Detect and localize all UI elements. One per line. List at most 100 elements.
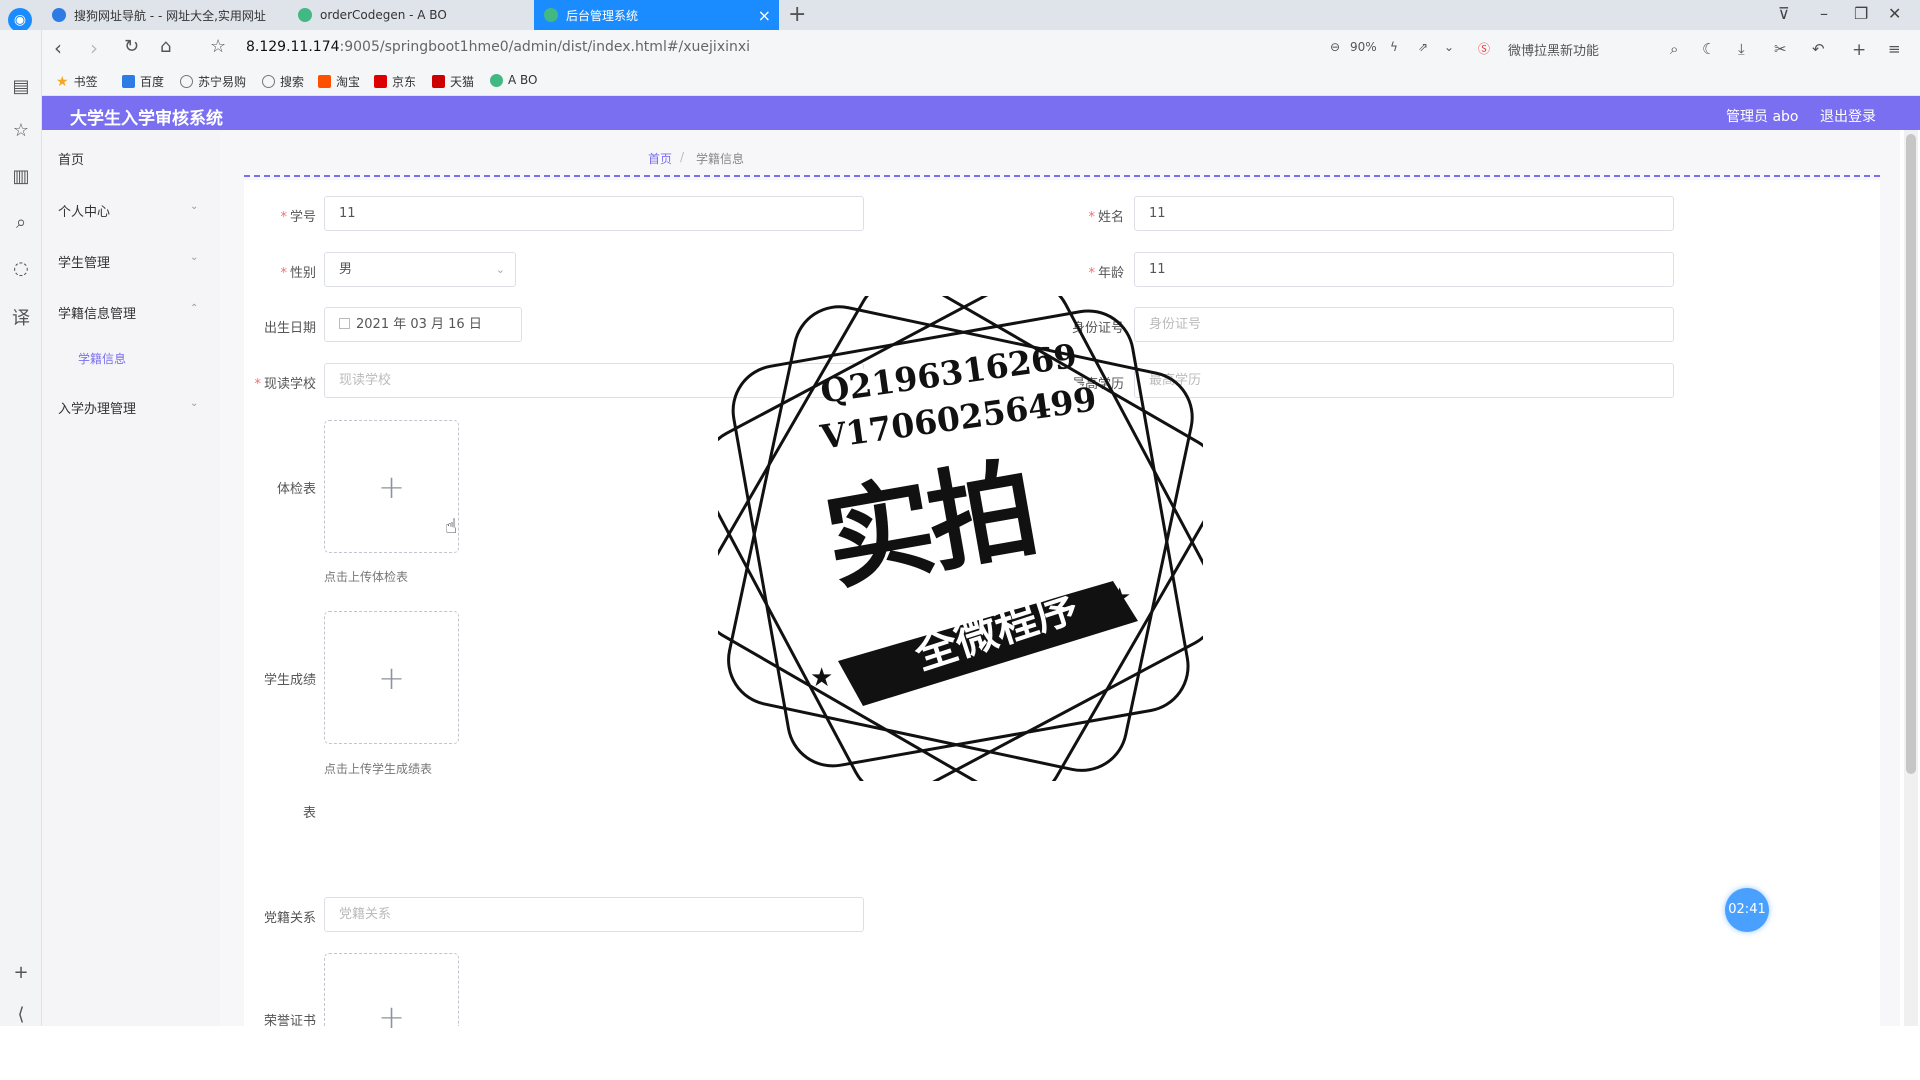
menu-item-enroll-mgmt[interactable]: 入学办理管理 xyxy=(58,398,136,417)
browser-logo-icon: ◉ xyxy=(8,8,32,32)
new-tab-button[interactable]: + xyxy=(788,2,806,27)
close-tab-icon[interactable]: × xyxy=(758,6,771,25)
hand-cursor-icon: ☝ xyxy=(445,514,458,538)
chevron-down-icon: ⌄ xyxy=(190,201,199,212)
bookmark-suning[interactable]: 苏宁易购 xyxy=(180,73,246,90)
reload-icon[interactable]: ↻ xyxy=(124,36,139,57)
bookmark-tmall[interactable]: 天猫 xyxy=(432,73,474,90)
physical-hint: 点击上传体检表 xyxy=(324,570,409,584)
party-label: 党籍关系 xyxy=(263,911,316,926)
menu-item-xueji-mgmt[interactable]: 学籍信息管理 xyxy=(58,303,136,322)
restore-button[interactable]: ❐ xyxy=(1854,4,1868,23)
physical-upload[interactable]: + xyxy=(324,420,459,553)
search-icon[interactable]: ⌕ xyxy=(1670,40,1678,58)
menu-item-home[interactable]: 首页 xyxy=(58,149,84,168)
menu-item-student-mgmt[interactable]: 学生管理 xyxy=(58,252,110,271)
student-no-label: * 学号 xyxy=(280,210,316,225)
bookmark-search[interactable]: 搜索 xyxy=(262,73,304,90)
timer-badge[interactable]: 02:41 xyxy=(1725,888,1769,932)
back-icon[interactable]: ‹ xyxy=(54,36,62,60)
undo-icon[interactable]: ↶ xyxy=(1812,40,1825,58)
pin-icon[interactable]: ⊽ xyxy=(1778,4,1790,23)
id-card-input[interactable]: 身份证号 xyxy=(1134,307,1674,342)
zoom-icon[interactable]: ⊖ xyxy=(1330,40,1340,54)
chat-icon[interactable]: ◌ xyxy=(10,258,32,280)
plus-icon: + xyxy=(378,468,405,506)
chevron-up-icon: ⌃ xyxy=(190,303,199,314)
address-bar[interactable]: 8.129.11.174:9005/springboot1hme0/admin/… xyxy=(246,39,750,55)
reader-icon[interactable]: ▤ xyxy=(10,76,32,98)
logout-link[interactable]: 退出登录 xyxy=(1820,106,1876,126)
gender-select[interactable]: 男 ⌄ xyxy=(324,252,516,287)
app-header xyxy=(42,96,1920,130)
collapse-icon[interactable]: ⟨ xyxy=(10,1004,32,1026)
favorites-star-icon[interactable]: ☆ xyxy=(10,120,32,142)
honor-label: 荣誉证书 xyxy=(263,1014,316,1029)
chevron-down-icon: ⌄ xyxy=(495,263,505,276)
jd-icon xyxy=(374,75,387,88)
bookmark-taobao[interactable]: 淘宝 xyxy=(318,73,360,90)
home-icon[interactable]: ⌂ xyxy=(160,36,171,57)
scissors-icon[interactable]: ✂ xyxy=(1774,40,1787,58)
search-hint[interactable]: 微博拉黑新功能 xyxy=(1508,40,1599,59)
breadcrumb-separator: / xyxy=(680,150,685,164)
minimize-button[interactable]: – xyxy=(1820,4,1828,23)
book-icon[interactable]: ▥ xyxy=(10,166,32,188)
svg-text:★: ★ xyxy=(810,663,833,693)
add-icon[interactable]: + xyxy=(10,962,32,984)
scores-upload[interactable]: + xyxy=(324,611,459,744)
chevron-down-icon: ⌄ xyxy=(190,398,199,409)
sogou-search-icon[interactable]: Ⓢ xyxy=(1478,40,1490,57)
name-input[interactable]: 11 xyxy=(1134,196,1674,231)
bookmark-star-icon[interactable]: ☆ xyxy=(210,36,226,57)
dropdown-chevron-icon[interactable]: ⌄ xyxy=(1444,40,1454,54)
night-mode-icon[interactable]: ☾ xyxy=(1702,40,1715,58)
physical-label: 体检表 xyxy=(276,482,316,497)
bookmark-abo[interactable]: A BO xyxy=(490,73,538,87)
translate-icon[interactable]: 译 xyxy=(10,304,32,329)
star-icon: ★ xyxy=(56,73,69,90)
search-icon[interactable]: ⌕ xyxy=(10,212,32,234)
breadcrumb-home[interactable]: 首页 xyxy=(648,150,672,167)
baidu-icon xyxy=(122,75,135,88)
menu-item-personal[interactable]: 个人中心 xyxy=(58,201,110,220)
globe-icon xyxy=(180,75,193,88)
scrollbar-thumb[interactable] xyxy=(1906,134,1916,774)
zoom-level: 90% xyxy=(1350,40,1377,54)
student-no-input[interactable]: 11 xyxy=(324,196,864,231)
globe-icon xyxy=(262,75,275,88)
age-label: * 年龄 xyxy=(1088,266,1124,281)
party-input[interactable]: 党籍关系 xyxy=(324,897,864,932)
tmall-icon xyxy=(432,75,445,88)
taobao-icon xyxy=(318,75,331,88)
plus-icon: + xyxy=(378,659,405,697)
school-label: * 现读学校 xyxy=(254,377,316,392)
bookmark-baidu[interactable]: 百度 xyxy=(122,73,164,90)
browser-tab-admin[interactable]: 后台管理系统 × xyxy=(534,0,779,30)
forward-icon[interactable]: › xyxy=(90,36,98,60)
age-input[interactable]: 11 xyxy=(1134,252,1674,287)
browser-tab-ordercodegen[interactable]: orderCodegen - A BO xyxy=(288,0,528,30)
education-input[interactable]: 最高学历 xyxy=(1134,363,1674,398)
download-icon[interactable]: ⤓ xyxy=(1738,40,1745,58)
plus-icon: + xyxy=(378,998,405,1036)
vue-icon xyxy=(298,8,312,22)
scores-label-wrap: 表 xyxy=(302,806,316,821)
menu-item-xueji-info[interactable]: 学籍信息 xyxy=(78,350,126,367)
menu-icon[interactable]: ≡ xyxy=(1888,40,1901,58)
browser-tab-sogou[interactable]: 搜狗网址导航 - - 网址大全,实用网址 xyxy=(42,0,282,30)
birth-date-picker[interactable]: 2021 年 03 月 16 日 xyxy=(324,307,522,342)
chevron-down-icon: ⌄ xyxy=(190,252,199,263)
birth-label: 出生日期 xyxy=(263,321,316,336)
bookmark-shuqian[interactable]: ★ 书签 xyxy=(56,73,98,90)
close-window-button[interactable]: ✕ xyxy=(1888,4,1901,23)
lightning-icon[interactable]: ϟ xyxy=(1390,40,1398,54)
vue-icon xyxy=(490,73,503,87)
name-label: * 姓名 xyxy=(1088,210,1124,225)
scores-hint: 点击上传学生成绩表 xyxy=(324,762,433,776)
share-icon[interactable]: ⇗ xyxy=(1418,40,1428,54)
honor-upload[interactable]: + xyxy=(324,953,459,1036)
bookmark-jd[interactable]: 京东 xyxy=(374,73,416,90)
vue-icon xyxy=(544,8,558,22)
add-icon[interactable]: + xyxy=(1852,40,1866,60)
